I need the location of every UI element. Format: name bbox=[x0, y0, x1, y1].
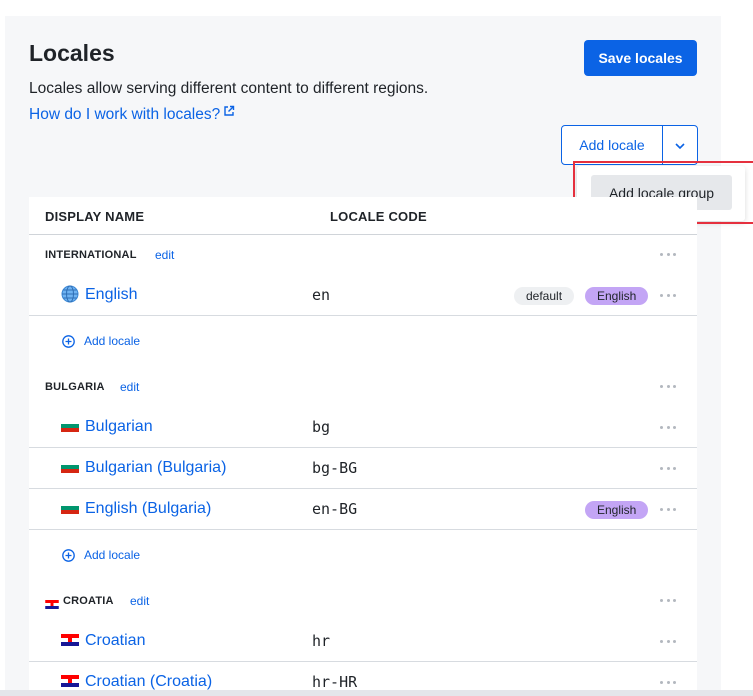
locale-group-header: CROATIA edit bbox=[29, 581, 697, 621]
locale-code: en bbox=[312, 286, 331, 304]
default-badge: default bbox=[514, 287, 575, 305]
page-description: Locales allow serving different content … bbox=[29, 80, 429, 97]
locale-group-header: BULGARIA edit bbox=[29, 367, 697, 407]
locale-code: en-BG bbox=[312, 500, 358, 518]
group-name: CROATIA bbox=[63, 595, 114, 607]
locale-row: Bulgarian bg bbox=[29, 407, 697, 448]
croatia-flag-icon bbox=[61, 633, 79, 646]
globe-icon bbox=[61, 285, 79, 303]
external-link-icon bbox=[223, 104, 235, 122]
horizontal-scrollbar[interactable] bbox=[0, 690, 753, 696]
table-header: DISPLAY NAME LOCALE CODE bbox=[29, 197, 697, 235]
add-locale-link[interactable]: Add locale bbox=[62, 334, 140, 348]
more-options-icon[interactable] bbox=[660, 508, 676, 512]
more-options-icon[interactable] bbox=[660, 426, 676, 430]
more-options-icon[interactable] bbox=[660, 294, 676, 298]
bulgaria-flag-icon bbox=[61, 501, 79, 514]
locale-name-link[interactable]: Bulgarian bbox=[85, 418, 153, 436]
croatia-flag-icon bbox=[45, 596, 59, 614]
edit-group-link[interactable]: edit bbox=[155, 248, 174, 262]
page-title: Locales bbox=[29, 40, 115, 66]
locale-group-header: INTERNATIONAL edit bbox=[29, 235, 697, 275]
save-locales-button[interactable]: Save locales bbox=[584, 40, 697, 76]
add-locale-menu-toggle[interactable] bbox=[663, 126, 697, 164]
plus-circle-icon bbox=[62, 548, 75, 562]
more-options-icon[interactable] bbox=[660, 467, 676, 471]
add-locale-button[interactable]: Add locale bbox=[562, 126, 663, 164]
locale-name-link[interactable]: Croatian (Croatia) bbox=[85, 673, 212, 691]
group-name: BULGARIA bbox=[45, 381, 105, 393]
locale-row: Croatian hr bbox=[29, 621, 697, 662]
more-options-icon[interactable] bbox=[660, 681, 676, 685]
bulgaria-flag-icon bbox=[61, 419, 79, 432]
edit-group-link[interactable]: edit bbox=[130, 594, 149, 608]
locales-table: DISPLAY NAME LOCALE CODE INTERNATIONAL e… bbox=[29, 197, 697, 696]
locale-code: bg bbox=[312, 418, 331, 436]
croatia-flag-icon bbox=[61, 674, 79, 687]
locale-code: hr bbox=[312, 632, 331, 650]
column-header-display-name: DISPLAY NAME bbox=[45, 209, 145, 224]
add-locale-row: Add locale bbox=[29, 316, 697, 367]
more-options-icon[interactable] bbox=[660, 385, 676, 389]
add-locale-label: Add locale bbox=[84, 548, 141, 562]
more-options-icon[interactable] bbox=[660, 253, 676, 257]
chevron-down-icon bbox=[674, 138, 686, 153]
language-badge: English bbox=[585, 501, 649, 519]
more-options-icon[interactable] bbox=[660, 599, 676, 603]
add-locale-label: Add locale bbox=[84, 334, 141, 348]
locale-row: Bulgarian (Bulgaria) bg-BG bbox=[29, 448, 697, 489]
bulgaria-flag-icon bbox=[61, 460, 79, 473]
add-locale-row: Add locale bbox=[29, 530, 697, 581]
help-link[interactable]: How do I work with locales? bbox=[29, 104, 235, 124]
locale-name-link[interactable]: Croatian bbox=[85, 632, 145, 650]
locale-name-link[interactable]: English (Bulgaria) bbox=[85, 500, 211, 518]
language-badge: English bbox=[585, 287, 649, 305]
help-link-label: How do I work with locales? bbox=[29, 106, 221, 123]
locale-code: bg-BG bbox=[312, 459, 358, 477]
add-locale-split-button: Add locale bbox=[561, 125, 698, 165]
locale-name-link[interactable]: Bulgarian (Bulgaria) bbox=[85, 459, 226, 477]
more-options-icon[interactable] bbox=[660, 640, 676, 644]
add-locale-link[interactable]: Add locale bbox=[62, 548, 140, 562]
column-header-locale-code: LOCALE CODE bbox=[330, 209, 427, 224]
locale-name-link[interactable]: English bbox=[85, 286, 137, 304]
group-name: INTERNATIONAL bbox=[45, 249, 137, 261]
locale-code: hr-HR bbox=[312, 673, 358, 691]
locale-row: English (Bulgaria) en-BG English bbox=[29, 489, 697, 530]
edit-group-link[interactable]: edit bbox=[120, 380, 139, 394]
plus-circle-icon bbox=[62, 334, 75, 348]
locale-row: English en default English bbox=[29, 275, 697, 316]
